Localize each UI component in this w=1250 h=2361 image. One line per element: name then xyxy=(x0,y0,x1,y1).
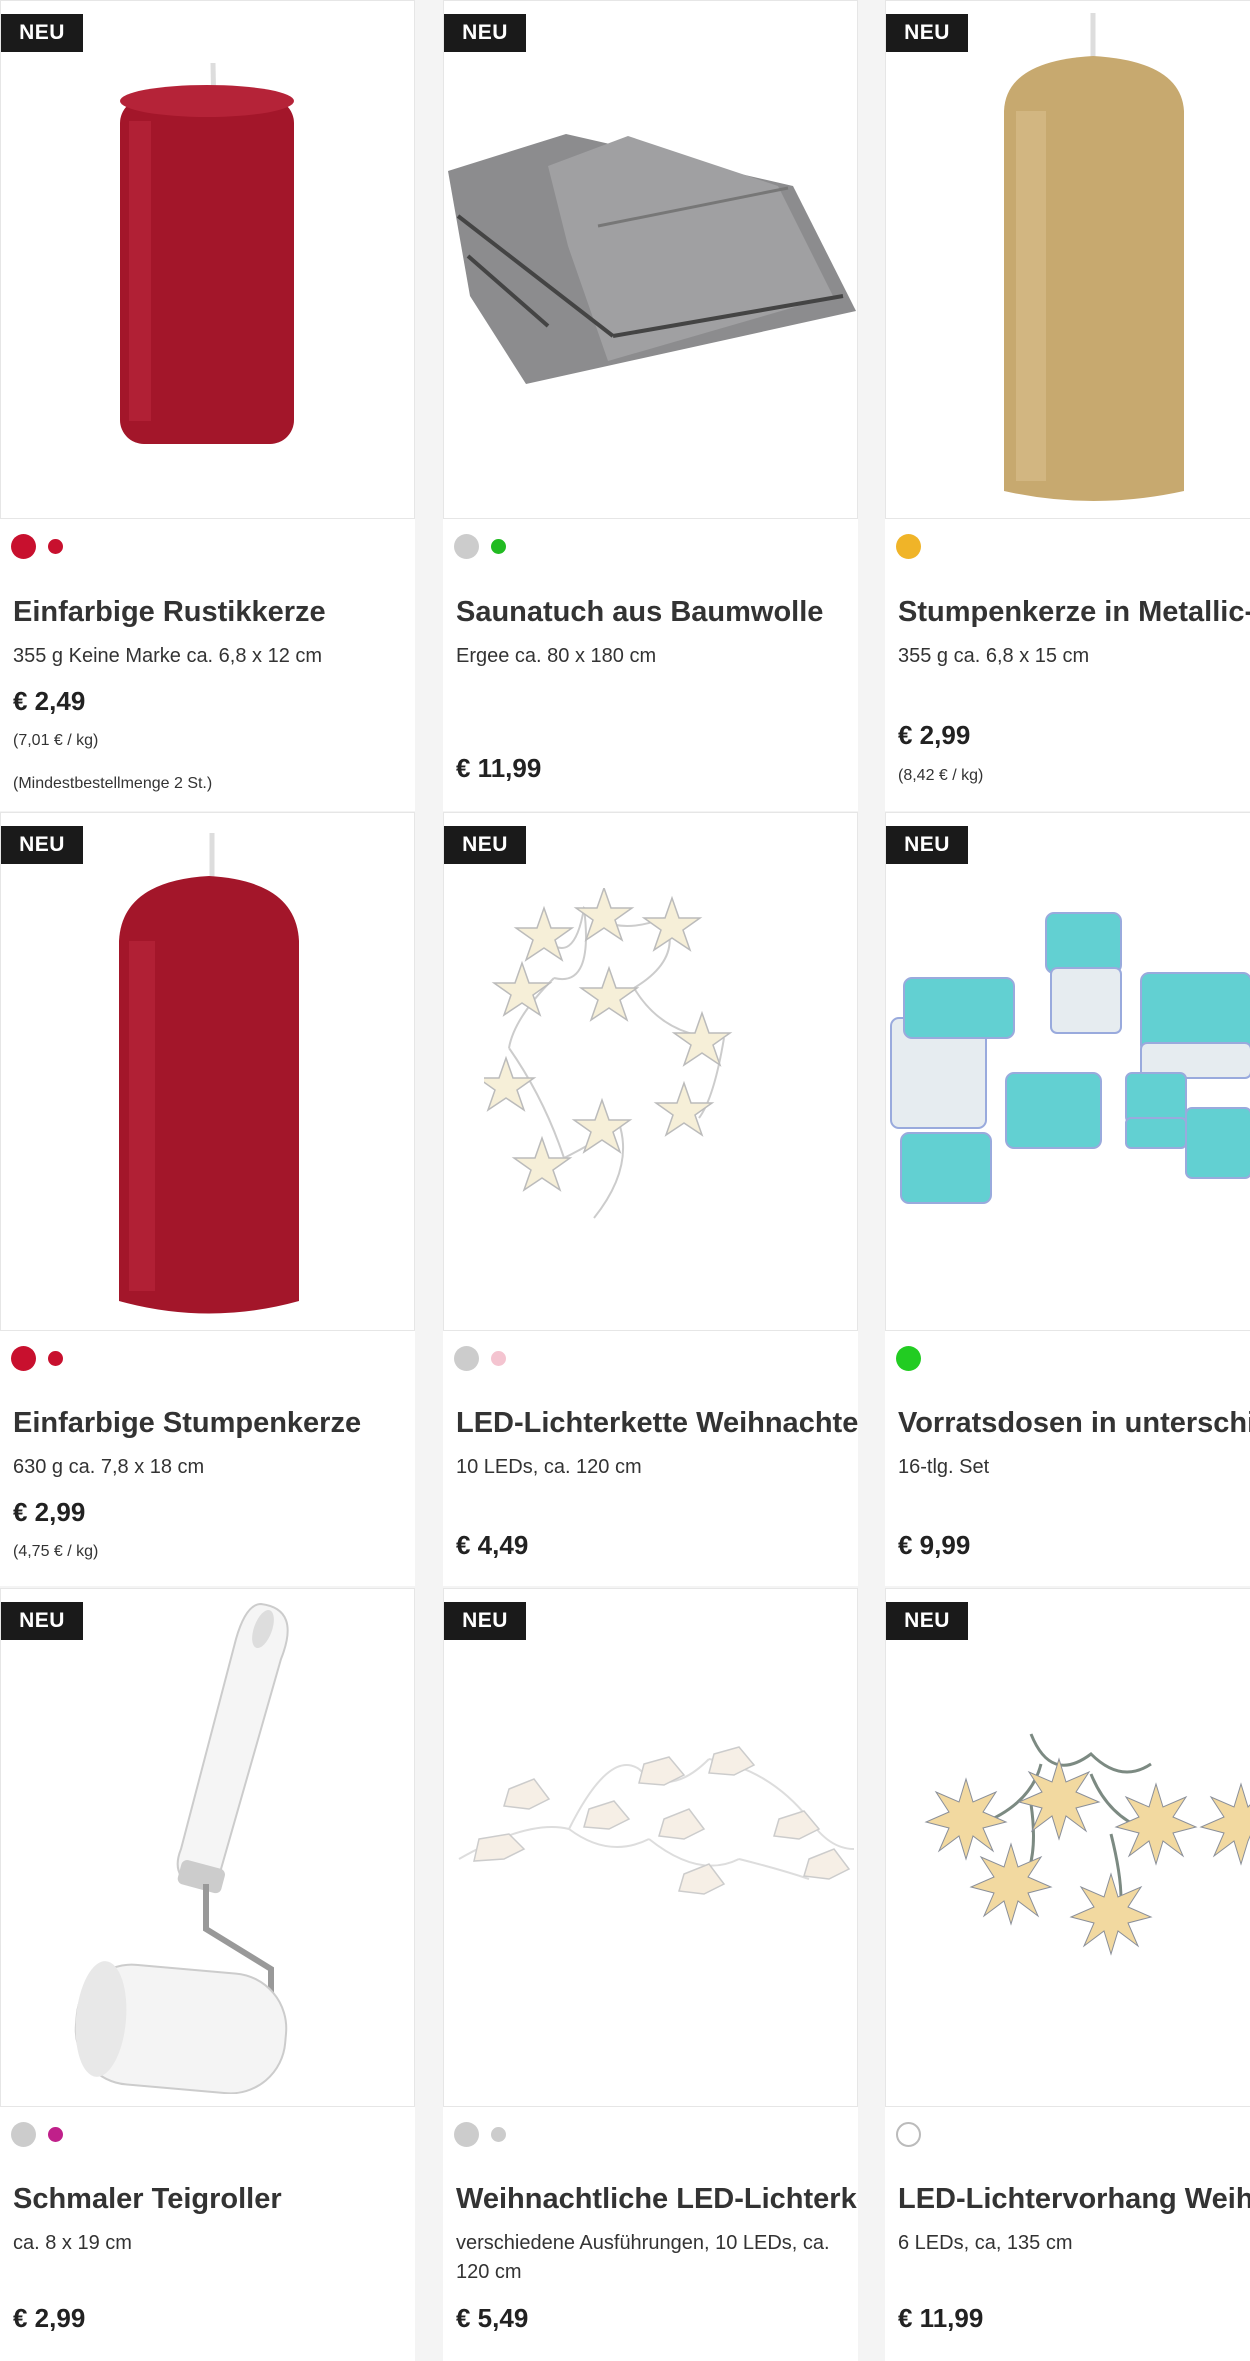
new-badge: NEU xyxy=(886,14,968,52)
color-swatch[interactable] xyxy=(491,2127,506,2142)
product-description: 6 LEDs, ca, 135 cm xyxy=(898,2232,1073,2254)
unit-price: (4,75 € / kg) xyxy=(13,1543,99,1560)
product-price: € 5,49 xyxy=(456,2303,529,2333)
color-swatch-selected[interactable] xyxy=(454,1346,479,1371)
product-card[interactable]: NEU LED-Lichterkette Weihnachten 10 LEDs… xyxy=(443,812,858,1586)
sauna-towel-image xyxy=(448,126,858,388)
product-card[interactable]: NEU Einfarbige Rustikkerze 355 g Keine M… xyxy=(0,0,415,811)
red-pillar-candle-image xyxy=(114,831,304,1326)
product-price: € 2,99 xyxy=(13,1497,86,1527)
color-swatch[interactable] xyxy=(48,2127,63,2142)
product-card[interactable]: NEU Schmaler Teigroller ca. 8 x 19 cm € … xyxy=(0,1588,415,2361)
product-image-area[interactable]: NEU xyxy=(885,812,1250,1331)
product-card[interactable]: NEU Vorratsdosen in unterschiedlichen Gr… xyxy=(885,812,1250,1586)
color-swatch[interactable] xyxy=(48,1351,63,1366)
product-card[interactable]: NEU LED-Lichtervorhang Weihnachten 6 LED… xyxy=(885,1588,1250,2361)
product-description: verschiedene Ausführungen, 10 LEDs, ca. … xyxy=(456,2232,830,2283)
new-badge: NEU xyxy=(444,826,526,864)
product-card[interactable]: NEU Einfarbige Stumpenkerze 630 g ca. 7,… xyxy=(0,812,415,1586)
minimum-order-note: (Mindestbestellmenge 2 St.) xyxy=(13,775,213,792)
product-title[interactable]: Vorratsdosen in unterschiedlichen Größen xyxy=(898,1407,1250,1440)
product-price: € 9,99 xyxy=(898,1530,971,1560)
product-card[interactable]: NEU Saunatuch aus Baumwolle Ergee ca. 80… xyxy=(443,0,858,811)
product-price: € 4,49 xyxy=(456,1530,529,1560)
product-description: ca. 8 x 19 cm xyxy=(13,2232,132,2254)
product-title[interactable]: Saunatuch aus Baumwolle xyxy=(456,596,858,629)
product-price: € 2,49 xyxy=(13,686,86,716)
color-swatch-selected[interactable] xyxy=(11,534,36,559)
product-image-area[interactable]: NEU xyxy=(885,0,1250,519)
color-swatch-selected[interactable] xyxy=(11,2122,36,2147)
product-description: 630 g ca. 7,8 x 18 cm xyxy=(13,1456,205,1478)
product-title[interactable]: LED-Lichterkette Weihnachten xyxy=(456,1407,858,1440)
product-image-area[interactable]: NEU xyxy=(0,812,415,1331)
product-price: € 2,99 xyxy=(13,2303,86,2333)
product-image-area[interactable]: NEU xyxy=(443,812,858,1331)
product-description: Ergee ca. 80 x 180 cm xyxy=(456,645,657,667)
color-swatch-selected[interactable] xyxy=(11,1346,36,1371)
product-description: 10 LEDs, ca. 120 cm xyxy=(456,1456,642,1478)
color-swatch-selected[interactable] xyxy=(896,2122,921,2147)
product-image-area[interactable]: NEU xyxy=(0,1588,415,2107)
color-swatch-selected[interactable] xyxy=(896,1346,921,1371)
color-swatch[interactable] xyxy=(491,539,506,554)
product-image-area[interactable]: NEU xyxy=(443,0,858,519)
product-title[interactable]: Einfarbige Stumpenkerze xyxy=(13,1407,415,1440)
unit-price: (7,01 € / kg) xyxy=(13,732,99,749)
product-description: 16-tlg. Set xyxy=(898,1456,990,1478)
product-image-area[interactable]: NEU xyxy=(0,0,415,519)
color-swatch-selected[interactable] xyxy=(896,534,921,559)
new-badge: NEU xyxy=(886,1602,968,1640)
color-swatch[interactable] xyxy=(491,1351,506,1366)
product-image-area[interactable]: NEU xyxy=(443,1588,858,2107)
product-card[interactable]: NEU Weihnachtliche LED-Lichterket... ver… xyxy=(443,1588,858,2361)
product-price: € 2,99 xyxy=(898,720,971,750)
product-title[interactable]: Schmaler Teigroller xyxy=(13,2183,415,2216)
led-star-lights-image xyxy=(449,1709,858,1929)
new-badge: NEU xyxy=(886,826,968,864)
product-title[interactable]: LED-Lichtervorhang Weihnachten xyxy=(898,2183,1250,2216)
new-badge: NEU xyxy=(444,1602,526,1640)
product-card[interactable]: NEU Stumpenkerze in Metallic-Optik 355 g… xyxy=(885,0,1250,811)
color-swatch-selected[interactable] xyxy=(454,534,479,559)
new-badge: NEU xyxy=(444,14,526,52)
product-price: € 11,99 xyxy=(898,2303,984,2333)
product-description: 355 g Keine Marke ca. 6,8 x 12 cm xyxy=(13,645,323,667)
product-price: € 11,99 xyxy=(456,753,542,783)
led-star-string-lights-image xyxy=(475,885,824,1238)
led-star-curtain-image xyxy=(911,1724,1250,2024)
lint-roller-image xyxy=(71,1599,351,2095)
color-swatch-selected[interactable] xyxy=(454,2122,479,2147)
unit-price: (8,42 € / kg) xyxy=(898,767,984,784)
new-badge: NEU xyxy=(1,1602,83,1640)
new-badge: NEU xyxy=(1,826,83,864)
product-description: 355 g ca. 6,8 x 15 cm xyxy=(898,645,1090,667)
product-title[interactable]: Weihnachtliche LED-Lichterket... xyxy=(456,2183,858,2216)
product-title[interactable]: Stumpenkerze in Metallic-Optik xyxy=(898,596,1250,629)
red-rustic-candle-image xyxy=(117,61,297,446)
color-swatch[interactable] xyxy=(48,539,63,554)
new-badge: NEU xyxy=(1,14,83,52)
gold-pillar-candle-image xyxy=(996,11,1191,511)
product-image-area[interactable]: NEU xyxy=(885,1588,1250,2107)
storage-containers-image xyxy=(886,908,1250,1238)
product-title[interactable]: Einfarbige Rustikkerze xyxy=(13,596,415,629)
